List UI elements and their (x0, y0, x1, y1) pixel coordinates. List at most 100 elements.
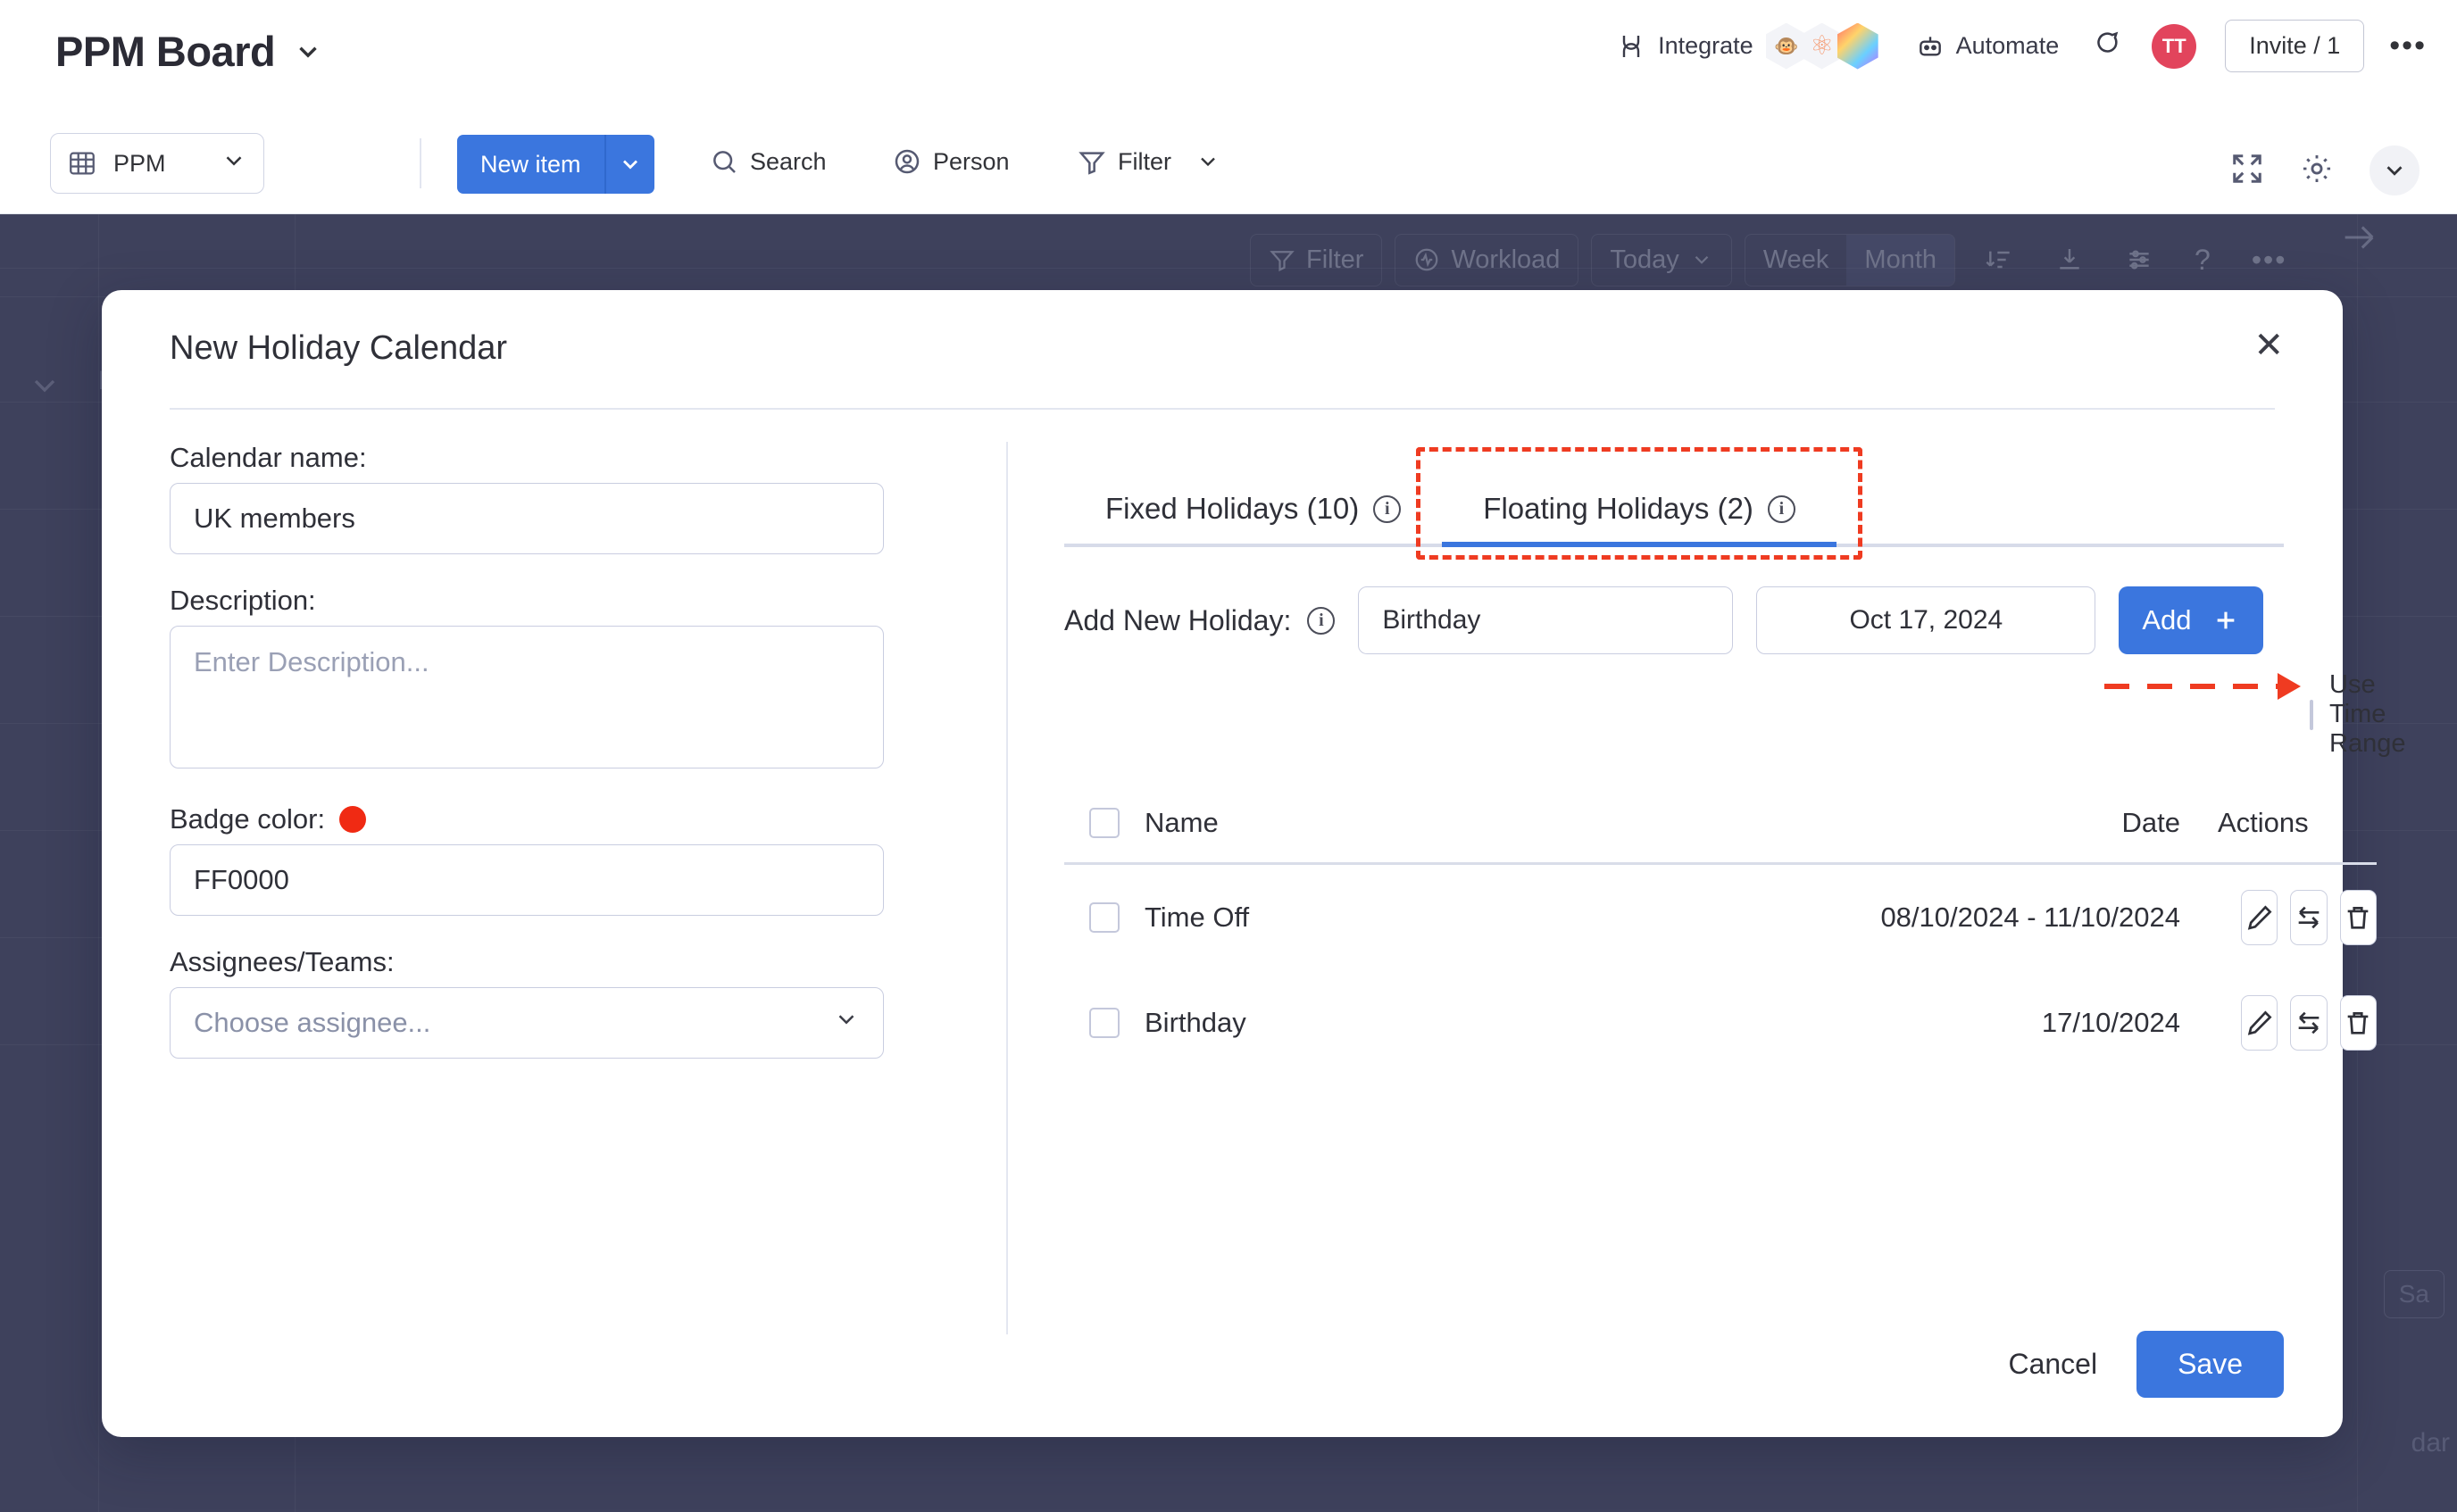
background-help-button[interactable]: ? (2177, 233, 2228, 287)
tab-floating-holidays-label: Floating Holidays (2) (1483, 492, 1753, 526)
cancel-button[interactable]: Cancel (2008, 1348, 2097, 1381)
arrow-right-icon (2332, 217, 2386, 258)
background-sort-button[interactable] (1968, 235, 2032, 285)
info-icon[interactable]: i (1307, 607, 1335, 635)
board-title-group[interactable]: PPM Board (55, 27, 323, 76)
assignees-placeholder: Choose assignee... (194, 1007, 430, 1039)
background-filter-button[interactable]: Filter (1250, 234, 1382, 287)
person-filter-button[interactable]: Person (893, 147, 1010, 176)
add-holiday-label: Add (2142, 604, 2191, 636)
toolbar-right-actions (2230, 145, 2420, 195)
background-workload-label: Workload (1451, 245, 1560, 275)
new-holiday-name-input[interactable] (1358, 586, 1733, 654)
board-toolbar: PPM New item Search Person Filter (0, 128, 2457, 214)
edit-pencil-icon[interactable] (2241, 995, 2278, 1051)
description-textarea[interactable] (170, 626, 884, 768)
calendar-name-input[interactable] (170, 483, 884, 554)
select-all-checkbox[interactable] (1089, 808, 1120, 838)
badge-color-input[interactable] (170, 844, 884, 916)
table-row[interactable]: Time Off 08/10/2024 - 11/10/2024 (1064, 865, 2377, 970)
chevron-down-icon (221, 147, 247, 180)
gear-icon[interactable] (2300, 152, 2334, 190)
toolbar-collapse-button[interactable] (2370, 145, 2420, 195)
add-holiday-button[interactable]: Add (2119, 586, 2262, 654)
info-icon[interactable]: i (1768, 495, 1795, 523)
chevron-down-icon[interactable] (1195, 149, 1220, 174)
expand-fullscreen-icon[interactable] (2230, 152, 2264, 190)
plus-icon (2211, 606, 2240, 635)
header-actions: Integrate 🐵 ⚛ Automate TT Invite / 1 ••• (1617, 20, 2427, 72)
background-today-label: Today (1610, 245, 1678, 275)
use-time-range-checkbox[interactable] (2310, 700, 2313, 730)
hubspot-icon[interactable]: ⚛ (1802, 23, 1843, 70)
background-filter-label: Filter (1306, 245, 1363, 275)
search-icon (710, 147, 738, 176)
automate-group[interactable]: Automate (1916, 32, 2060, 61)
robot-icon (1916, 32, 1945, 61)
filter-button[interactable]: Filter (1078, 147, 1220, 176)
background-chip: Sa (2384, 1270, 2445, 1318)
badge-color-swatch[interactable] (339, 806, 366, 833)
background-workload-button[interactable]: Workload (1395, 234, 1578, 287)
background-week-option[interactable]: Week (1745, 235, 1847, 286)
sliders-icon (2125, 245, 2153, 274)
row-select-cell (1064, 1008, 1145, 1038)
table-row[interactable]: Birthday 17/10/2024 (1064, 970, 2377, 1076)
new-item-dropdown-button[interactable] (604, 135, 654, 194)
row-name: Birthday (1145, 1007, 1716, 1039)
assignees-select[interactable]: Choose assignee... (170, 987, 884, 1059)
save-button[interactable]: Save (2136, 1331, 2284, 1398)
background-display-settings-button[interactable] (2107, 235, 2171, 285)
chevron-down-icon (27, 368, 62, 403)
app-header: PPM Board Integrate 🐵 ⚛ Automate (0, 0, 2457, 128)
invite-button[interactable]: Invite / 1 (2225, 20, 2364, 72)
info-icon[interactable]: i (1373, 495, 1401, 523)
new-item-button-group[interactable]: New item (457, 135, 654, 194)
integrate-group[interactable]: Integrate 🐵 ⚛ (1617, 23, 1878, 70)
search-label: Search (750, 148, 827, 176)
view-selector[interactable]: PPM (50, 133, 264, 194)
background-month-option[interactable]: Month (1846, 235, 1954, 286)
header-more-button[interactable]: ••• (2389, 29, 2427, 63)
avatar[interactable]: TT (2152, 24, 2196, 69)
funnel-icon (1078, 147, 1106, 176)
view-selector-label: PPM (113, 150, 166, 178)
background-download-button[interactable] (2037, 235, 2102, 285)
mailchimp-icon[interactable]: 🐵 (1766, 23, 1807, 70)
new-item-button[interactable]: New item (457, 135, 604, 194)
background-today-button[interactable]: Today (1591, 234, 1731, 287)
row-date: 17/10/2024 (1716, 1007, 2180, 1039)
chevron-down-icon[interactable] (293, 37, 323, 67)
tab-fixed-holidays[interactable]: Fixed Holidays (10) i (1064, 492, 1442, 547)
delete-trash-icon[interactable] (2340, 890, 2377, 945)
row-checkbox[interactable] (1089, 1008, 1120, 1038)
adobe-creative-cloud-icon[interactable] (1837, 23, 1878, 70)
column-header-name: Name (1145, 807, 1716, 839)
tab-floating-holidays[interactable]: Floating Holidays (2) i (1442, 492, 1837, 547)
sort-descending-icon (1986, 245, 2014, 274)
assignees-label: Assignees/Teams: (170, 946, 955, 978)
dialog-title: New Holiday Calendar (170, 329, 507, 368)
description-label: Description: (170, 585, 955, 617)
dialog-footer: Cancel Save (2008, 1331, 2284, 1398)
background-more-button[interactable]: ••• (2234, 233, 2305, 287)
add-new-holiday-label-group: Add New Holiday: i (1064, 604, 1335, 637)
search-button[interactable]: Search (710, 147, 827, 176)
chevron-down-icon (1690, 248, 1713, 271)
close-icon[interactable]: ✕ (2253, 328, 2284, 363)
convert-swap-icon[interactable] (2290, 890, 2327, 945)
badge-color-label: Badge color: (170, 803, 325, 835)
integrate-label: Integrate (1658, 32, 1753, 60)
background-view-range-segmented[interactable]: Week Month (1745, 234, 1955, 287)
add-new-holiday-label: Add New Holiday: (1064, 604, 1291, 637)
new-holiday-date-input[interactable] (1756, 586, 2095, 654)
use-time-range-label: Use Time Range (2329, 670, 2405, 759)
row-actions (2180, 995, 2377, 1051)
row-checkbox[interactable] (1089, 902, 1120, 933)
delete-trash-icon[interactable] (2340, 995, 2377, 1051)
calendar-name-label: Calendar name: (170, 442, 955, 474)
convert-swap-icon[interactable] (2290, 995, 2327, 1051)
chat-bubble-icon[interactable] (2091, 29, 2121, 63)
edit-pencil-icon[interactable] (2241, 890, 2278, 945)
integration-apps[interactable]: 🐵 ⚛ (1766, 23, 1878, 70)
